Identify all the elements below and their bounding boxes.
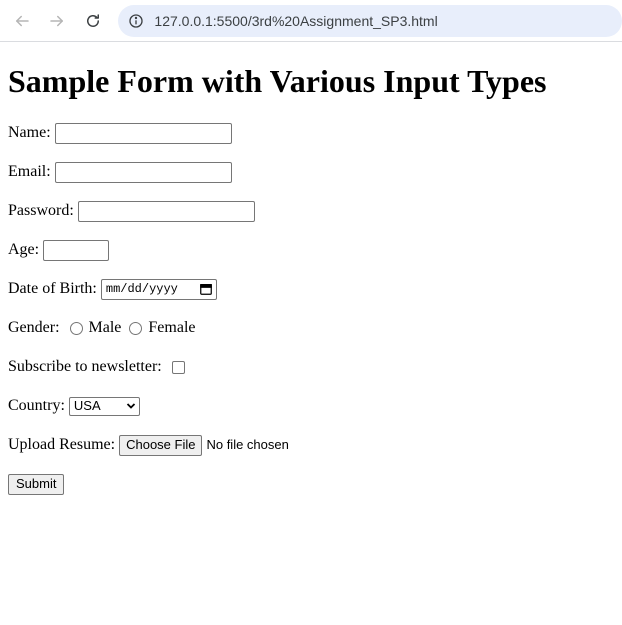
file-status-text: No file chosen [206, 437, 289, 452]
gender-male-radio[interactable] [69, 321, 83, 335]
dob-row: Date of Birth: mm/dd/yyyy [8, 278, 614, 300]
resume-row: Upload Resume: Choose File No file chose… [8, 434, 614, 456]
name-row: Name: [8, 122, 614, 144]
gender-row: Gender: Male Female [8, 317, 614, 339]
gender-male-label: Male [88, 319, 122, 336]
name-input[interactable] [54, 122, 232, 144]
url-text: 127.0.0.1:5500/3rd%20Assignment_SP3.html [154, 12, 438, 29]
password-input[interactable] [77, 200, 255, 222]
gender-female-label: Female [148, 319, 196, 336]
choose-file-button[interactable]: Choose File [119, 434, 203, 456]
address-bar[interactable]: 127.0.0.1:5500/3rd%20Assignment_SP3.html [118, 4, 622, 37]
gender-female-radio[interactable] [129, 321, 143, 335]
forward-arrow-icon [50, 15, 64, 26]
subscribe-checkbox[interactable] [171, 360, 185, 374]
chevron-down-icon [126, 403, 136, 409]
email-input[interactable] [54, 161, 232, 183]
page-title: Sample Form with Various Input Types [8, 63, 547, 99]
submit-row: Submit [8, 473, 614, 495]
country-selected-value: USA [73, 398, 101, 413]
dob-input[interactable]: mm/dd/yyyy [100, 278, 217, 300]
name-label: Name: [8, 124, 51, 141]
page-content: Sample Form with Various Input Types Nam… [0, 63, 622, 495]
country-label: Country: [8, 397, 65, 414]
age-row: Age: [8, 239, 614, 261]
reload-icon [86, 13, 99, 27]
dob-label: Date of Birth: [8, 280, 97, 297]
site-info-icon[interactable] [126, 11, 146, 31]
password-row: Password: [8, 200, 614, 222]
age-label: Age: [8, 241, 40, 258]
email-row: Email: [8, 161, 614, 183]
country-row: Country: USA [8, 395, 614, 417]
forward-button[interactable] [41, 5, 72, 37]
gender-label: Gender: [8, 319, 60, 336]
dob-placeholder: mm/dd/yyyy [105, 282, 178, 296]
reload-button[interactable] [77, 5, 108, 37]
calendar-icon[interactable] [199, 282, 213, 296]
subscribe-row: Subscribe to newsletter: [8, 356, 614, 378]
country-select[interactable]: USA [68, 396, 140, 416]
resume-label: Upload Resume: [8, 436, 116, 453]
email-label: Email: [8, 163, 51, 180]
age-input[interactable] [43, 239, 110, 261]
back-button[interactable] [6, 5, 37, 37]
subscribe-label: Subscribe to newsletter: [8, 358, 162, 375]
password-label: Password: [8, 202, 74, 219]
browser-toolbar: 127.0.0.1:5500/3rd%20Assignment_SP3.html [0, 0, 622, 42]
back-arrow-icon [15, 15, 29, 26]
submit-button[interactable]: Submit [8, 473, 65, 495]
